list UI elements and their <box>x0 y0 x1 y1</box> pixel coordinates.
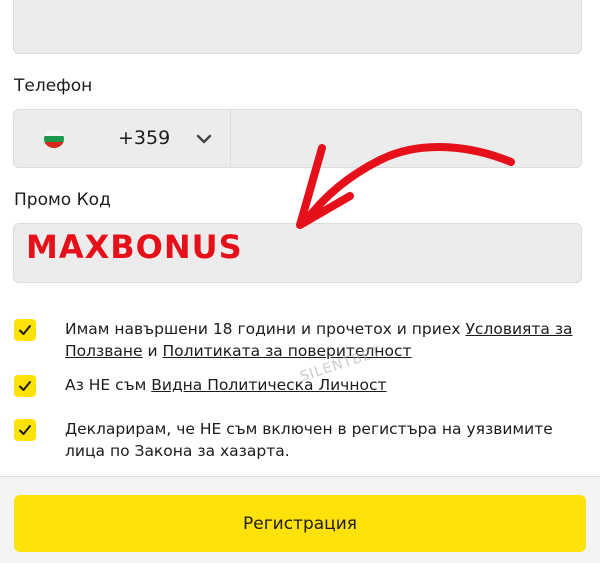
chevron-down-icon <box>196 134 212 144</box>
phone-input[interactable] <box>231 109 582 168</box>
terms-checkbox[interactable] <box>14 319 36 341</box>
checkmark-icon <box>19 325 31 335</box>
privacy-policy-link[interactable]: Политиката за поверителност <box>163 342 412 360</box>
previous-input-field[interactable] <box>13 0 582 54</box>
phone-label: Телефон <box>14 76 93 96</box>
promo-code-label: Промо Код <box>14 190 111 210</box>
gambling-register-checkbox[interactable] <box>14 419 36 441</box>
country-code-select[interactable]: +359 <box>13 109 231 168</box>
bulgaria-flag-icon <box>44 130 64 148</box>
checkmark-icon <box>19 425 31 435</box>
gambling-register-text: Декларирам, че НЕ съм включен в регистър… <box>65 420 553 460</box>
register-button[interactable]: Регистрация <box>14 495 586 552</box>
terms-text-before: Имам навършени 18 години и прочетох и пр… <box>65 320 466 338</box>
checkbox-row-gambling-register: Декларирам, че НЕ съм включен в регистър… <box>14 418 574 462</box>
dial-code: +359 <box>118 127 171 149</box>
pep-checkbox[interactable] <box>14 375 36 397</box>
checkmark-icon <box>19 381 31 391</box>
pep-text-before: Аз НЕ съм <box>65 376 152 394</box>
promo-code-value: MAXBONUS <box>26 228 243 266</box>
promo-code-input[interactable]: MAXBONUS <box>13 223 582 283</box>
checkbox-row-terms: Имам навършени 18 години и прочетох и пр… <box>14 318 574 362</box>
registration-form: Телефон +359 Промо Код MAXBONUS Имам нав… <box>0 0 600 563</box>
terms-text: Имам навършени 18 години и прочетох и пр… <box>65 318 574 362</box>
pep-link[interactable]: Видна Политическа Личност <box>151 376 386 394</box>
checkbox-row-pep: Аз НЕ съм Видна Политическа Личност <box>14 374 574 397</box>
terms-text-mid: и <box>142 342 163 360</box>
pep-text: Аз НЕ съм Видна Политическа Личност <box>65 374 387 396</box>
phone-row: +359 <box>13 109 582 168</box>
